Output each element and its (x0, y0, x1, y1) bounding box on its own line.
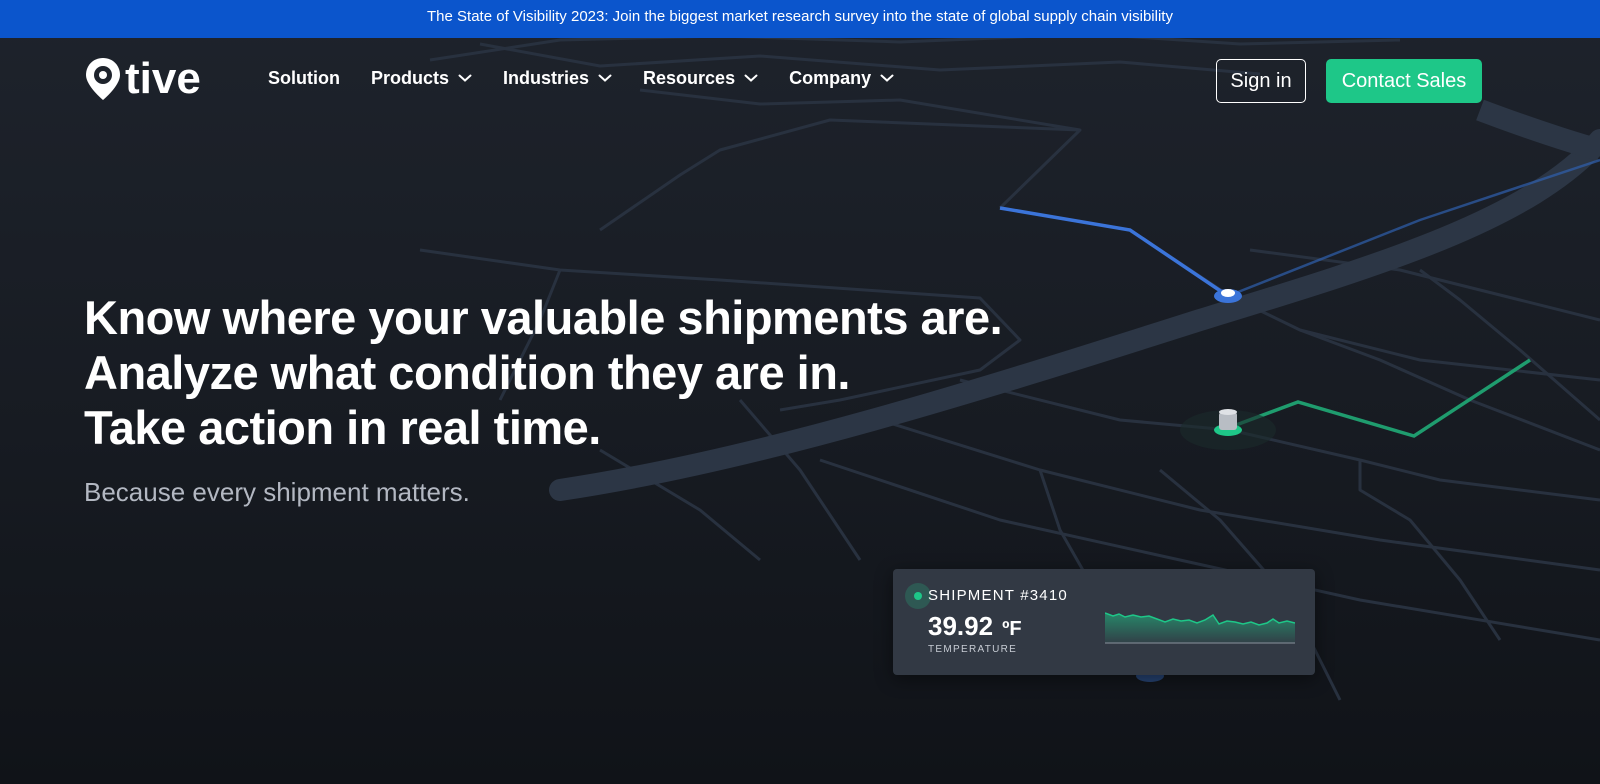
nav-item-label[interactable]: Products (371, 68, 449, 89)
shipment-status-card: SHIPMENT #3410 39.92 ºF TEMPERATURE (893, 569, 1315, 675)
shipment-title: SHIPMENT #3410 (928, 587, 1068, 604)
chevron-down-icon[interactable] (880, 73, 894, 83)
nav-item-solution[interactable]: Solution (268, 64, 340, 92)
hero-headline-line-3: Take action in real time. (84, 401, 601, 454)
temperature-value: 39.92 (928, 611, 994, 641)
nav-item-label[interactable]: Company (789, 68, 871, 89)
nav-item-company[interactable]: Company (789, 64, 894, 92)
nav-item-resources[interactable]: Resources (643, 64, 758, 92)
hero-headline-line-1: Know where your valuable shipments are. (84, 291, 1003, 344)
main-menu: Solution Products Industries Resources C… (268, 64, 925, 92)
chevron-down-icon[interactable] (458, 73, 472, 83)
contact-sales-button[interactable]: Contact Sales (1326, 59, 1482, 103)
location-pin-icon (86, 58, 120, 100)
temperature-readout: 39.92 ºF (928, 611, 1022, 642)
logo-wordmark[interactable]: tive (125, 54, 201, 104)
nav-item-label[interactable]: Resources (643, 68, 735, 89)
nav-item-label[interactable]: Solution (268, 68, 340, 89)
temperature-unit: ºF (1002, 618, 1022, 640)
live-status-dot (914, 592, 922, 600)
nav-item-industries[interactable]: Industries (503, 64, 612, 92)
hero-subtitle: Because every shipment matters. (84, 477, 470, 507)
header-nav: tive Solution Products Industries Resour… (0, 38, 1600, 124)
route-node-marker-center (1221, 289, 1235, 297)
hero-section: Know where your valuable shipments are. … (84, 290, 1003, 509)
chevron-down-icon[interactable] (598, 73, 612, 83)
nav-item-label[interactable]: Industries (503, 68, 589, 89)
page: The State of Visibility 2023: Join the b… (0, 0, 1600, 784)
announcement-banner[interactable]: The State of Visibility 2023: Join the b… (0, 0, 1600, 38)
temperature-sparkline (1105, 612, 1295, 644)
hero-headline-line-2: Analyze what condition they are in. (84, 346, 850, 399)
announcement-banner-text[interactable]: The State of Visibility 2023: Join the b… (427, 8, 1173, 25)
temperature-label: TEMPERATURE (928, 644, 1018, 655)
tive-logo[interactable]: tive (84, 54, 201, 104)
nav-item-products[interactable]: Products (371, 64, 472, 92)
chevron-down-icon[interactable] (744, 73, 758, 83)
sign-in-button[interactable]: Sign in (1216, 59, 1306, 103)
